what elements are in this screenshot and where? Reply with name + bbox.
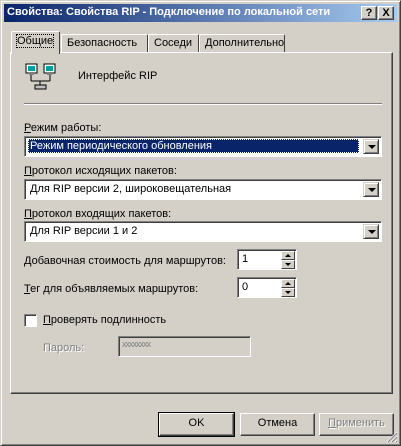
spin-down-button[interactable]	[281, 288, 295, 297]
interface-name: Интерфейс RIP	[78, 70, 158, 82]
added-cost-value: 1	[242, 253, 249, 265]
mode-select[interactable]: Режим периодического обновления	[24, 136, 382, 157]
arrow-up-icon	[285, 254, 291, 257]
chevron-down-icon	[368, 230, 376, 234]
spin-down-button[interactable]	[281, 260, 295, 269]
title-bar[interactable]: Свойства: Свойства RIP - Подключение по …	[4, 4, 397, 22]
route-tag-value: 0	[242, 281, 249, 293]
outgoing-protocol-label: Протокол исходящих пакетов:	[24, 165, 177, 177]
tab-advanced[interactable]: Дополнительно	[199, 34, 285, 52]
cancel-button[interactable]: Отмена	[240, 413, 315, 436]
separator	[24, 103, 382, 105]
tab-general[interactable]: Общие	[11, 31, 60, 54]
ok-button[interactable]: OK	[158, 412, 235, 437]
added-cost-label: Добавочная стоимость для маршрутов:	[24, 255, 226, 267]
password-mask: xxxxxxxx	[122, 339, 151, 349]
arrow-up-icon	[285, 282, 291, 285]
incoming-protocol-select[interactable]: Для RIP версии 1 и 2	[24, 221, 382, 242]
tab-general-label: Общие	[15, 34, 55, 48]
apply-button[interactable]: Применить	[319, 413, 394, 436]
spin-up-button[interactable]	[281, 279, 295, 288]
arrow-down-icon	[285, 291, 291, 294]
window-title: Свойства: Свойства RIP - Подключение по …	[7, 6, 331, 18]
incoming-protocol-value: Для RIP версии 1 и 2	[30, 225, 138, 237]
mode-select-value: Режим периодического обновления	[28, 139, 359, 153]
mode-dropdown-button[interactable]	[363, 139, 379, 154]
network-interface-icon	[25, 63, 57, 91]
arrow-down-icon	[285, 263, 291, 266]
verify-auth-label[interactable]: Проверять подлинность	[43, 314, 166, 326]
tab-neighbors[interactable]: Соседи	[148, 34, 199, 52]
incoming-protocol-label: Протокол входящих пакетов:	[24, 208, 172, 220]
outgoing-dropdown-button[interactable]	[363, 182, 379, 197]
help-button[interactable]: ?	[361, 6, 377, 20]
tab-security[interactable]: Безопасность	[61, 34, 148, 52]
verify-auth-checkbox[interactable]	[24, 314, 37, 327]
mode-label: Режим работы:	[24, 122, 102, 134]
route-tag-label: Тег для объявляемых маршрутов:	[24, 283, 199, 295]
password-field[interactable]: xxxxxxxx	[118, 336, 251, 357]
tab-neighbors-label: Соседи	[154, 37, 193, 49]
chevron-down-icon	[368, 145, 376, 149]
route-tag-spinner[interactable]: 0	[237, 277, 297, 298]
tab-advanced-label: Дополнительно	[205, 37, 285, 49]
incoming-dropdown-button[interactable]	[363, 224, 379, 239]
rip-properties-dialog: Свойства: Свойства RIP - Подключение по …	[0, 0, 401, 446]
password-label: Пароль:	[43, 342, 85, 354]
tab-security-label: Безопасность	[67, 37, 138, 49]
chevron-down-icon	[368, 188, 376, 192]
spin-up-button[interactable]	[281, 251, 295, 260]
outgoing-protocol-value: Для RIP версии 2, широковещательная	[30, 183, 232, 195]
close-button[interactable]: X	[378, 6, 394, 20]
outgoing-protocol-select[interactable]: Для RIP версии 2, широковещательная	[24, 179, 382, 200]
resize-grip-icon[interactable]	[386, 431, 398, 443]
added-cost-spinner[interactable]: 1	[237, 249, 297, 270]
